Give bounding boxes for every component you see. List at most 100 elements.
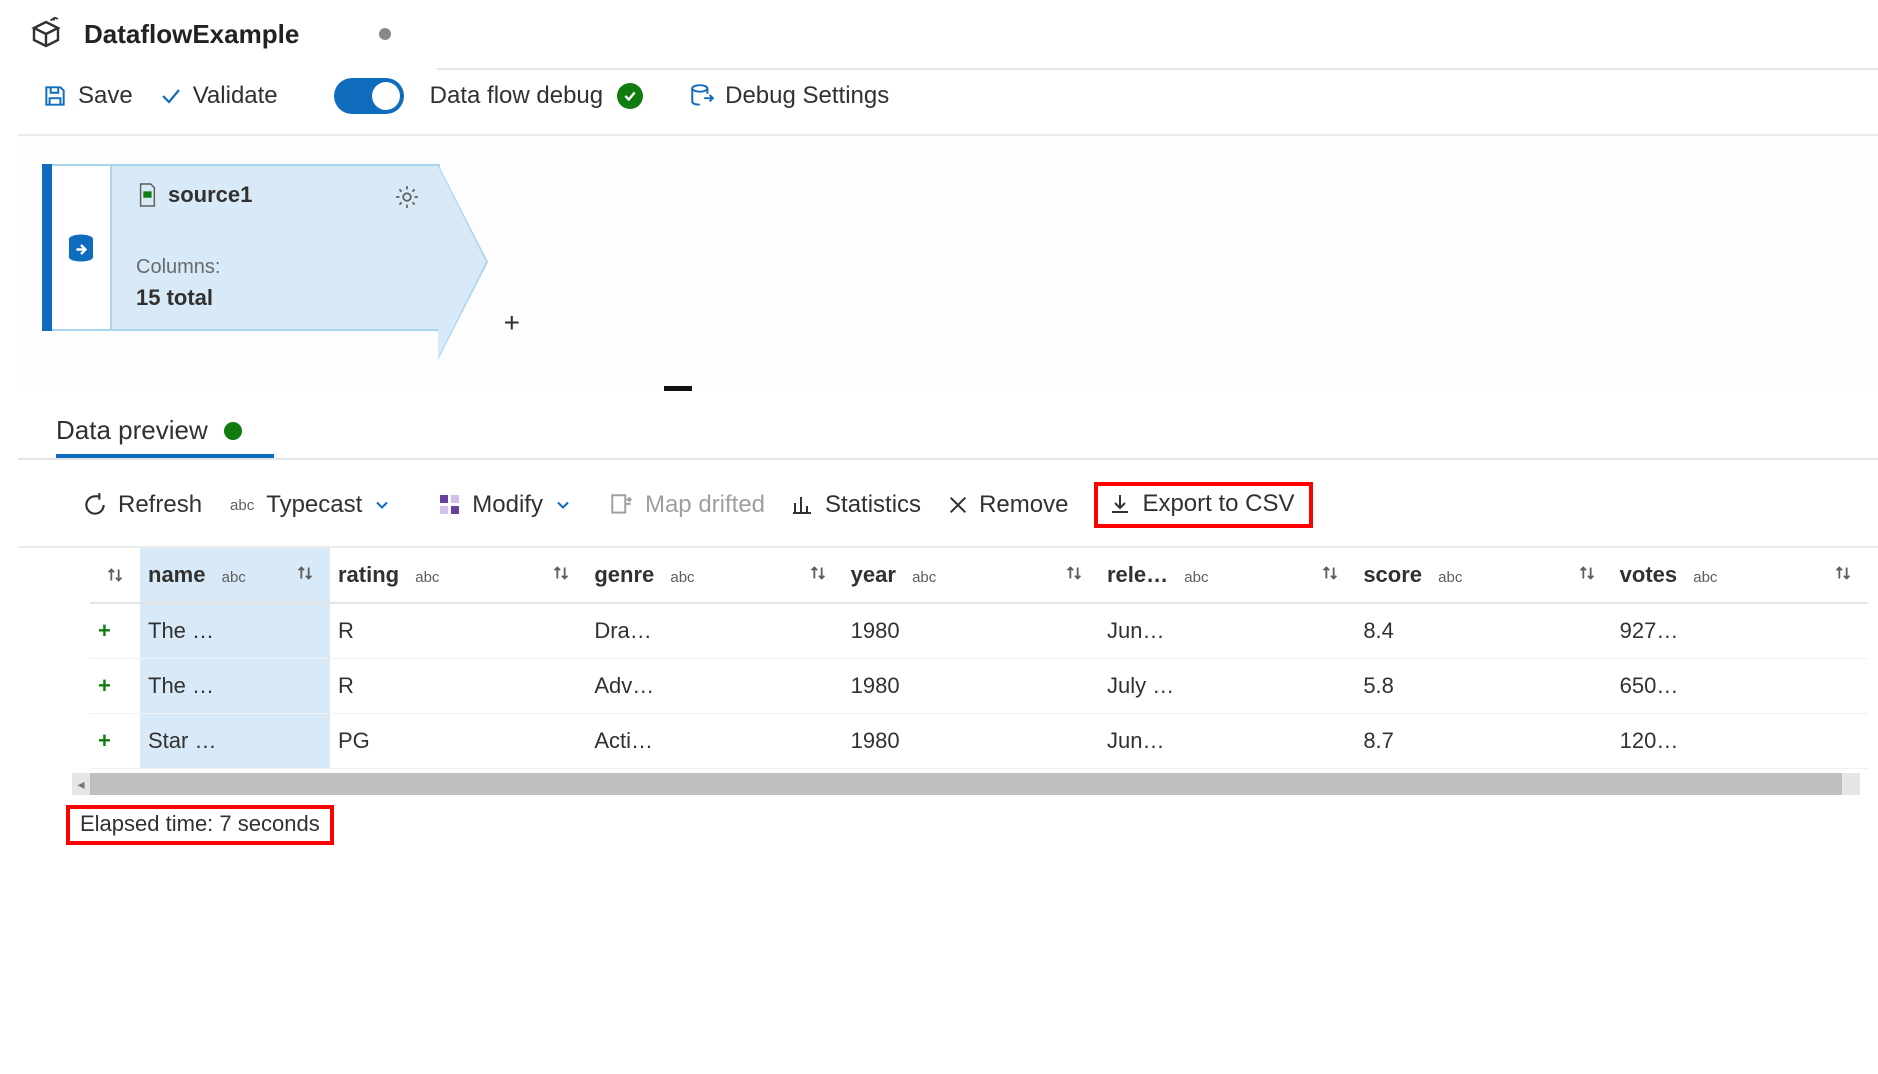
preview-ready-indicator (224, 422, 242, 440)
typecast-label: Typecast (266, 491, 362, 519)
source-node[interactable]: source1 Columns: 15 total + (42, 164, 1878, 331)
statistics-icon (791, 493, 815, 517)
expand-row-icon[interactable]: + (98, 673, 111, 698)
node-outlet-arrow: + (440, 164, 492, 331)
cell-votes: 120… (1612, 714, 1868, 769)
cell-rating: R (330, 659, 586, 714)
export-csv-label: Export to CSV (1142, 490, 1294, 518)
table-row[interactable]: + The … R Adv… 1980 July … 5.8 650… (90, 659, 1868, 714)
preview-toolbar: Refresh abc Typecast Modify Map drifted (18, 460, 1878, 548)
save-button[interactable]: Save (42, 82, 133, 110)
sort-icon (1576, 562, 1598, 584)
titlebar-divider (437, 68, 1878, 70)
save-icon (42, 83, 68, 109)
col-type: abc (912, 569, 936, 586)
modify-button[interactable]: Modify (438, 491, 573, 519)
sort-icon (294, 562, 316, 584)
sort-icon (550, 562, 572, 584)
horizontal-scrollbar[interactable]: ◂ (90, 773, 1842, 795)
col-header-name[interactable]: name abc (140, 548, 330, 603)
table-row[interactable]: + The … R Dra… 1980 Jun… 8.4 927… (90, 603, 1868, 659)
export-csv-button[interactable]: Export to CSV (1094, 482, 1312, 528)
refresh-icon (82, 492, 108, 518)
statistics-button[interactable]: Statistics (791, 491, 921, 519)
cell-rating: R (330, 603, 586, 659)
col-type: abc (1184, 569, 1208, 586)
check-icon (159, 84, 183, 108)
col-header-rating[interactable]: rating abc (330, 548, 586, 603)
modify-label: Modify (472, 491, 543, 519)
typecast-button[interactable]: abc Typecast (228, 491, 392, 519)
chevron-down-icon (372, 495, 392, 515)
debug-active-badge (617, 83, 643, 109)
row-header-sort[interactable] (90, 548, 140, 603)
table-row[interactable]: + Star … PG Acti… 1980 Jun… 8.7 120… (90, 714, 1868, 769)
node-selected-bar (42, 164, 52, 331)
col-name-label: rele… (1107, 562, 1168, 587)
node-settings-icon[interactable] (394, 184, 420, 210)
cell-year: 1980 (843, 659, 1099, 714)
sort-icon (1832, 562, 1854, 584)
sort-icon (1063, 562, 1085, 584)
debug-toggle[interactable] (334, 78, 404, 114)
validate-label: Validate (193, 82, 278, 110)
refresh-label: Refresh (118, 491, 202, 519)
validate-button[interactable]: Validate (159, 82, 278, 110)
map-drifted-button: Map drifted (609, 491, 765, 519)
col-type: abc (222, 569, 246, 586)
toggle-knob (372, 82, 400, 110)
cell-score: 8.4 (1355, 603, 1611, 659)
cell-votes: 927… (1612, 603, 1868, 659)
modify-icon (438, 493, 462, 517)
cell-year: 1980 (843, 603, 1099, 659)
download-icon (1108, 492, 1132, 516)
remove-icon (947, 494, 969, 516)
col-name-label: votes (1620, 562, 1677, 587)
cell-release: Jun… (1099, 603, 1355, 659)
cell-release: July … (1099, 659, 1355, 714)
col-header-genre[interactable]: genre abc (586, 548, 842, 603)
col-header-score[interactable]: score abc (1355, 548, 1611, 603)
col-type: abc (670, 569, 694, 586)
cell-genre: Acti… (586, 714, 842, 769)
scroll-right-cap[interactable] (1842, 773, 1860, 795)
csv-icon (136, 182, 158, 208)
debug-label-group: Data flow debug (430, 82, 643, 110)
tab-data-preview[interactable]: Data preview (56, 415, 208, 446)
cell-rating: PG (330, 714, 586, 769)
sort-icon (807, 562, 829, 584)
cell-votes: 650… (1612, 659, 1868, 714)
node-source-icon (52, 164, 110, 331)
node-columns-value: 15 total (136, 285, 378, 311)
expand-row-icon[interactable]: + (98, 728, 111, 753)
debug-settings-button[interactable]: Debug Settings (689, 82, 889, 110)
remove-label: Remove (979, 491, 1068, 519)
panel-resize-handle[interactable] (664, 386, 692, 391)
add-transform-button[interactable]: + (504, 307, 520, 339)
scroll-left-icon[interactable]: ◂ (72, 773, 90, 795)
map-drifted-icon (609, 492, 635, 518)
cell-genre: Dra… (586, 603, 842, 659)
dataflow-canvas[interactable]: source1 Columns: 15 total + (18, 136, 1878, 386)
col-header-release[interactable]: rele… abc (1099, 548, 1355, 603)
col-name-label: rating (338, 562, 399, 587)
debug-settings-icon (689, 83, 715, 109)
remove-button[interactable]: Remove (947, 491, 1068, 519)
dataflow-file-icon (28, 16, 64, 52)
map-drifted-label: Map drifted (645, 491, 765, 519)
abc-icon: abc (228, 497, 256, 514)
col-header-votes[interactable]: votes abc (1612, 548, 1868, 603)
cell-name: The … (140, 659, 330, 714)
col-type: abc (1693, 569, 1717, 586)
debug-label: Data flow debug (430, 82, 603, 110)
expand-row-icon[interactable]: + (98, 618, 111, 643)
cell-release: Jun… (1099, 714, 1355, 769)
elapsed-time: Elapsed time: 7 seconds (66, 805, 334, 845)
refresh-button[interactable]: Refresh (82, 491, 202, 519)
cell-name: Star … (140, 714, 330, 769)
cell-name: The … (140, 603, 330, 659)
col-name-label: genre (594, 562, 654, 587)
debug-settings-label: Debug Settings (725, 82, 889, 110)
col-header-year[interactable]: year abc (843, 548, 1099, 603)
col-name-label: year (851, 562, 896, 587)
